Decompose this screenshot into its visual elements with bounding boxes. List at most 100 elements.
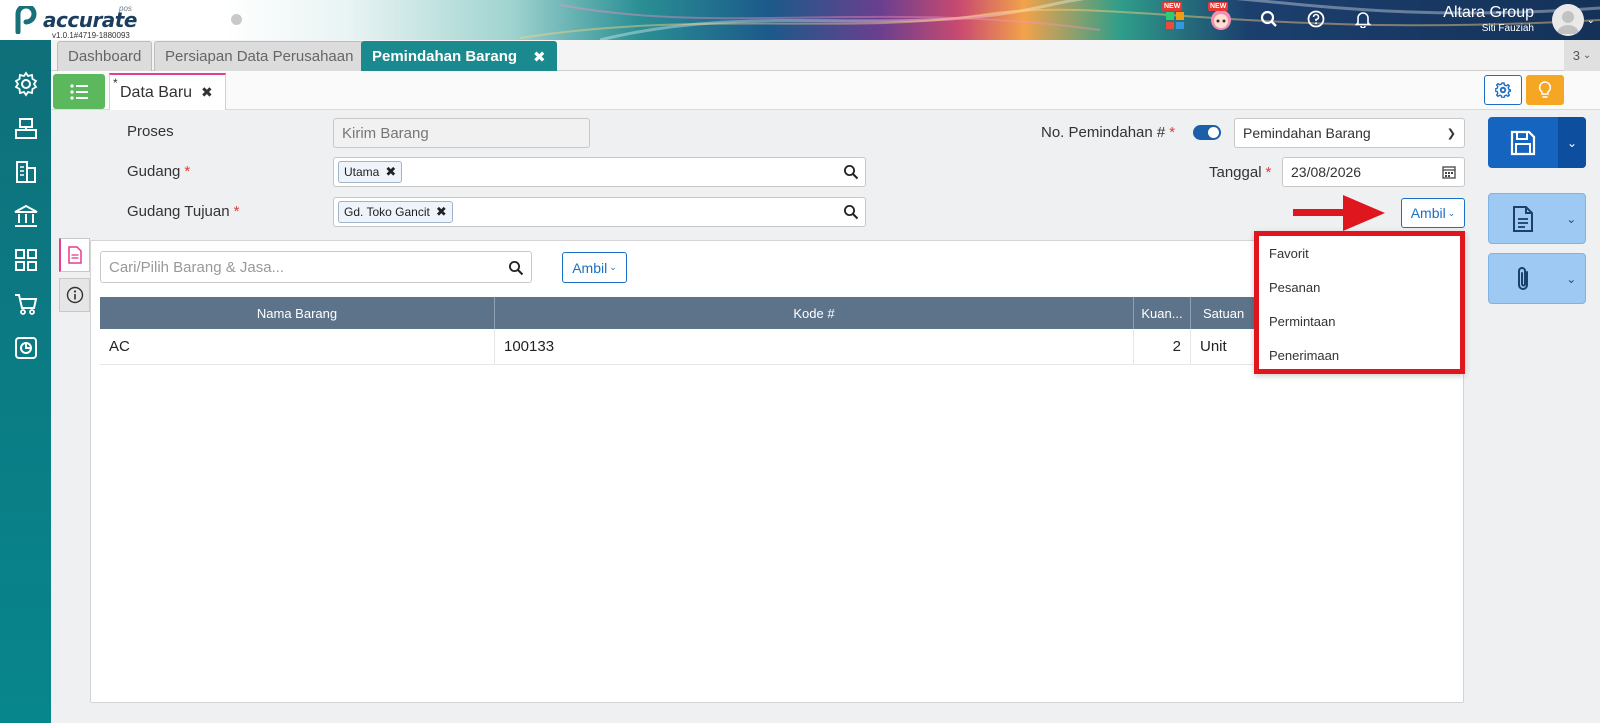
tab-label: Data Baru bbox=[120, 83, 193, 101]
tab-dashboard[interactable]: Dashboard bbox=[57, 41, 153, 71]
settings-button[interactable] bbox=[1484, 75, 1522, 105]
app-version: v1.0.1#4719-1880093 bbox=[52, 31, 130, 40]
document-main[interactable] bbox=[1489, 194, 1558, 243]
cell-text: 2 bbox=[1172, 338, 1181, 355]
print-document-button[interactable]: ⌄ bbox=[1488, 193, 1586, 244]
accurate-logo[interactable]: accurate pos v1.0.1#4719-1880093 bbox=[14, 4, 154, 40]
column-kuantitas[interactable]: Kuan... bbox=[1134, 297, 1191, 329]
menu-item-label: Pesanan bbox=[1269, 279, 1321, 295]
search-button[interactable] bbox=[1256, 6, 1282, 32]
user-name: Siti Fauziah bbox=[1481, 23, 1534, 34]
menu-item-label: Favorit bbox=[1269, 245, 1309, 261]
search-icon[interactable] bbox=[843, 204, 859, 220]
table-row[interactable]: AC 100133 2 Unit bbox=[100, 329, 1454, 365]
paperclip-icon bbox=[1518, 266, 1529, 290]
chevron-down-icon: ⌄ bbox=[1582, 50, 1592, 61]
user-avatar-icon bbox=[1557, 11, 1579, 34]
tanggal-value: 23/08/2026 bbox=[1291, 164, 1362, 180]
sidebar-item-settings[interactable] bbox=[12, 70, 40, 98]
mascot-button[interactable]: NEW bbox=[1208, 2, 1234, 32]
attachment-button[interactable]: ⌄ bbox=[1488, 253, 1586, 304]
remove-chip-icon[interactable]: ✖ bbox=[436, 204, 447, 220]
sidebar-item-sales[interactable] bbox=[12, 114, 40, 142]
sidebar-item-purchase[interactable] bbox=[12, 290, 40, 318]
chevron-down-icon: ❯ bbox=[1446, 127, 1456, 140]
item-search-input[interactable]: Cari/Pilih Barang & Jasa... bbox=[100, 251, 532, 283]
search-icon[interactable] bbox=[843, 164, 859, 180]
menu-item-favorit[interactable]: Favorit bbox=[1259, 236, 1460, 270]
gudang-field[interactable]: Utama ✖ bbox=[333, 157, 866, 187]
auto-number-toggle[interactable] bbox=[1193, 125, 1221, 140]
bank-icon bbox=[14, 204, 38, 227]
remove-chip-icon[interactable]: ✖ bbox=[385, 164, 396, 180]
save-options-dropdown[interactable]: ⌄ bbox=[1558, 117, 1586, 168]
avatar[interactable] bbox=[1552, 4, 1584, 36]
menu-item-penerimaan[interactable]: Penerimaan bbox=[1259, 338, 1460, 372]
brand-sub: pos bbox=[119, 4, 132, 13]
search-icon[interactable] bbox=[508, 260, 524, 276]
gear-icon bbox=[14, 71, 38, 97]
lightbulb-icon bbox=[1538, 81, 1552, 98]
gudang-tujuan-field[interactable]: Gd. Toko Gancit ✖ bbox=[333, 197, 866, 227]
save-main[interactable] bbox=[1488, 117, 1558, 168]
chevron-down-icon: ⌄ bbox=[609, 262, 617, 272]
list-icon bbox=[70, 83, 88, 100]
close-icon[interactable]: ✖ bbox=[201, 84, 213, 101]
red-pointer-arrow bbox=[1293, 195, 1385, 231]
gudang-tujuan-chip[interactable]: Gd. Toko Gancit ✖ bbox=[338, 201, 453, 223]
document-options-dropdown[interactable]: ⌄ bbox=[1558, 194, 1585, 243]
notification-button[interactable] bbox=[1350, 6, 1376, 32]
building-icon bbox=[16, 161, 36, 183]
close-icon[interactable]: ✖ bbox=[533, 48, 546, 66]
toggle-knob bbox=[1208, 127, 1219, 138]
document-icon bbox=[1513, 205, 1534, 232]
sidebar-item-bank[interactable] bbox=[12, 202, 40, 230]
menu-item-permintaan[interactable]: Permintaan bbox=[1259, 304, 1460, 338]
column-nama-barang[interactable]: Nama Barang bbox=[100, 297, 495, 329]
tab-count: 3 bbox=[1572, 48, 1580, 63]
no-pemindahan-select[interactable]: Pemindahan Barang ❯ bbox=[1234, 118, 1465, 148]
tanggal-field[interactable]: 23/08/2026 bbox=[1282, 157, 1465, 187]
tab-label: Dashboard bbox=[68, 48, 142, 65]
required-mark: * bbox=[1265, 164, 1272, 181]
no-pemindahan-value: Pemindahan Barang bbox=[1243, 125, 1371, 141]
sidebar-item-inventory[interactable] bbox=[12, 246, 40, 274]
ambil-label: Ambil bbox=[572, 259, 608, 276]
attachment-main[interactable] bbox=[1489, 254, 1558, 303]
sidebar-item-reports[interactable] bbox=[12, 334, 40, 362]
list-view-button[interactable] bbox=[53, 74, 105, 109]
proses-value: Kirim Barang bbox=[342, 124, 429, 142]
new-badge: NEW bbox=[1208, 2, 1229, 11]
tips-button[interactable] bbox=[1526, 75, 1564, 105]
top-header: accurate pos v1.0.1#4719-1880093 NEW NEW bbox=[0, 0, 1600, 40]
cell-text: AC bbox=[109, 338, 130, 355]
tab-label: Persiapan Data Perusahaan bbox=[165, 48, 354, 65]
column-kode[interactable]: Kode # bbox=[495, 297, 1134, 329]
apps-grid-button[interactable]: NEW bbox=[1162, 2, 1188, 32]
chip-label: Gd. Toko Gancit bbox=[344, 205, 430, 219]
calendar-icon[interactable] bbox=[1442, 165, 1456, 179]
tab-persiapan-data-perusahaan[interactable]: Persiapan Data Perusahaan bbox=[154, 41, 365, 71]
header-ambil-button[interactable]: Ambil ⌄ bbox=[1401, 198, 1465, 228]
save-button[interactable]: ⌄ bbox=[1488, 117, 1586, 168]
module-tab-bar: Dashboard Persiapan Data Perusahaan Pemi… bbox=[51, 40, 1600, 71]
cart-icon bbox=[15, 294, 38, 315]
company-info[interactable]: Altara Group Siti Fauziah bbox=[1443, 4, 1534, 34]
cell-text: Unit bbox=[1200, 338, 1227, 355]
label-text: Gudang bbox=[127, 163, 181, 180]
info-tab[interactable] bbox=[59, 278, 90, 312]
tab-count-dropdown[interactable]: 3 ⌄ bbox=[1564, 40, 1600, 71]
help-button[interactable] bbox=[1303, 6, 1329, 32]
apps-grid-icon bbox=[1166, 12, 1184, 29]
menu-item-pesanan[interactable]: Pesanan bbox=[1259, 270, 1460, 304]
tab-data-baru[interactable]: * Data Baru ✖ bbox=[109, 73, 226, 110]
chevron-down-icon[interactable]: ⌄ bbox=[1587, 15, 1595, 26]
label-text: No. Pemindahan # bbox=[1041, 124, 1166, 141]
detail-items-tab[interactable] bbox=[59, 238, 90, 272]
detail-ambil-button[interactable]: Ambil ⌄ bbox=[562, 252, 627, 283]
sidebar-item-company[interactable] bbox=[12, 158, 40, 186]
tab-label: Pemindahan Barang bbox=[372, 48, 518, 65]
tab-pemindahan-barang[interactable]: Pemindahan Barang ✖ bbox=[361, 41, 557, 71]
gudang-chip[interactable]: Utama ✖ bbox=[338, 161, 403, 183]
attachment-options-dropdown[interactable]: ⌄ bbox=[1558, 254, 1585, 303]
